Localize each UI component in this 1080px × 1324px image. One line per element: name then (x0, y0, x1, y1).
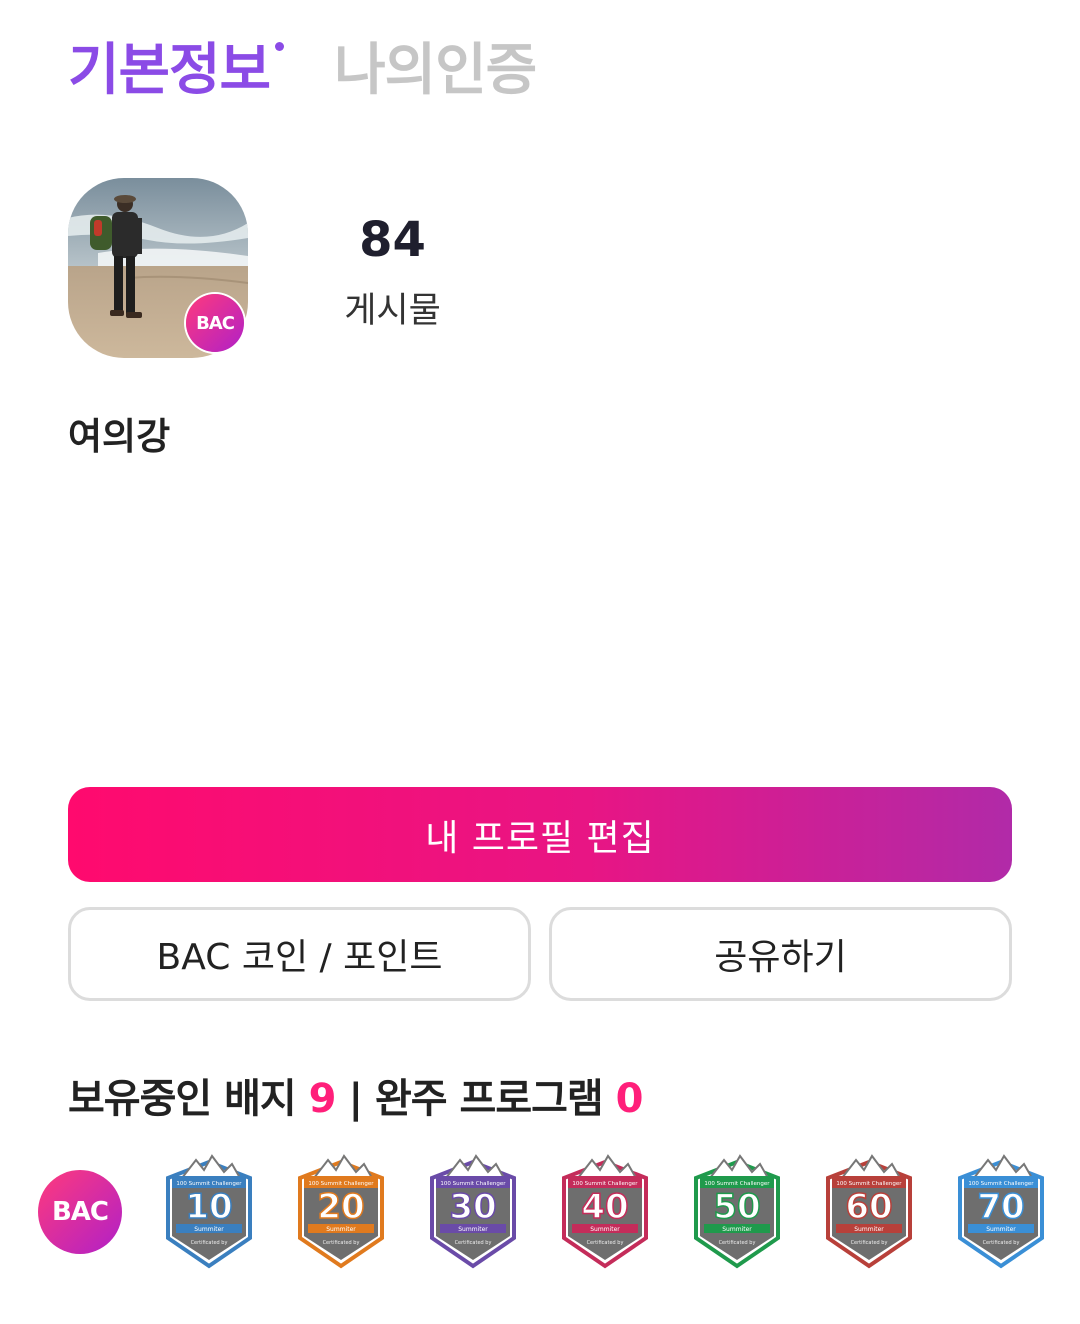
share-button[interactable]: 공유하기 (549, 907, 1012, 1001)
profile-page: 기본정보 나의인증 BAC 84 게시물 여의강 내 프로필 편집 BAC 코인… (0, 0, 1080, 1324)
badge-sub-text: Summiter (986, 1226, 1016, 1233)
summit-badge-50[interactable]: 100 Summit Challenger 50 Summiter Certifica… (690, 1152, 784, 1270)
badge-number: 40 (581, 1187, 628, 1227)
badge-sub-text: Summiter (590, 1226, 620, 1233)
badges-summary-heading: 보유중인 배지 9 | 완주 프로그램 0 (68, 1066, 644, 1124)
badge-footer-text: Certificated by (983, 1240, 1020, 1246)
programs-label: 완주 프로그램 (375, 1076, 604, 1122)
summit-badge-shield-icon: 100 Summit Challenger60SummiterCertifica… (826, 1154, 912, 1269)
badge-count: 9 (308, 1076, 337, 1122)
badge-footer-text: Certificated by (323, 1240, 360, 1246)
badge-sub-text: Summiter (326, 1226, 356, 1233)
edit-profile-button[interactable]: 내 프로필 편집 (68, 787, 1012, 882)
summit-badge-20[interactable]: 100 Summit Challenger 20 Summiter Certifica… (294, 1152, 388, 1270)
summit-badge-shield-icon: 100 Summit Challenger20SummiterCertifica… (298, 1154, 384, 1269)
badge-list: BAC 100 Summit Challenger 10 Summiter Certi… (38, 1152, 1058, 1272)
posts-label: 게시물 (344, 291, 441, 331)
badge-footer-text: Certificated by (455, 1240, 492, 1246)
summit-badge-shield-icon: 100 Summit Challenger30SummiterCertifica… (430, 1154, 516, 1269)
summit-badge-shield-icon: 100 Summit Challenger50SummiterCertifica… (694, 1154, 780, 1269)
bac-coin-points-button[interactable]: BAC 코인 / 포인트 (68, 907, 531, 1001)
badge-sub-text: Summiter (458, 1226, 488, 1233)
summit-badge-60[interactable]: 100 Summit Challenger 60 Summiter Certifica… (822, 1152, 916, 1270)
tab-my-certification[interactable]: 나의인증 (334, 36, 537, 106)
badge-sub-text: Summiter (854, 1226, 884, 1233)
tab-basic-info-label: 기본정보 (68, 38, 271, 103)
badges-label: 보유중인 배지 (68, 1076, 297, 1122)
badge-footer-text: Certificated by (719, 1240, 756, 1246)
tab-my-certification-label: 나의인증 (334, 38, 537, 103)
badge-sub-text: Summiter (194, 1226, 224, 1233)
tab-basic-info[interactable]: 기본정보 (68, 36, 285, 106)
profile-tabs: 기본정보 나의인증 (68, 36, 537, 106)
badge-footer-text: Certificated by (851, 1240, 888, 1246)
summit-badge-shield-icon: 100 Summit Challenger70SummiterCertifica… (958, 1154, 1044, 1269)
program-count: 0 (615, 1076, 644, 1122)
active-tab-dot (275, 42, 285, 51)
heading-separator: | (348, 1076, 363, 1122)
summit-badge-70[interactable]: 100 Summit Challenger 70 Summiter Certifica… (954, 1152, 1048, 1270)
summit-badge-shield-icon: 100 Summit Challenger10SummiterCertifica… (166, 1154, 252, 1269)
badge-number: 10 (185, 1187, 232, 1227)
summit-badge-30[interactable]: 100 Summit Challenger 30 Summiter Certifica… (426, 1152, 520, 1270)
summit-badge-40[interactable]: 100 Summit Challenger 40 Summiter Certifica… (558, 1152, 652, 1270)
username: 여의강 (68, 415, 171, 458)
summit-badge-10[interactable]: 100 Summit Challenger 10 Summiter Certifica… (162, 1152, 256, 1270)
bac-member-badge: BAC (186, 294, 244, 352)
badge-footer-text: Certificated by (191, 1240, 228, 1246)
badge-number: 30 (449, 1187, 496, 1227)
badge-number: 60 (845, 1187, 892, 1227)
posts-count[interactable]: 84 (330, 212, 455, 268)
badge-number: 50 (713, 1187, 760, 1227)
badge-number: 20 (317, 1187, 364, 1227)
badge-footer-text: Certificated by (587, 1240, 624, 1246)
badge-sub-text: Summiter (722, 1226, 752, 1233)
bac-badge-icon[interactable]: BAC (38, 1170, 122, 1254)
badge-number: 70 (977, 1187, 1024, 1227)
summit-badge-shield-icon: 100 Summit Challenger40SummiterCertifica… (562, 1154, 648, 1269)
